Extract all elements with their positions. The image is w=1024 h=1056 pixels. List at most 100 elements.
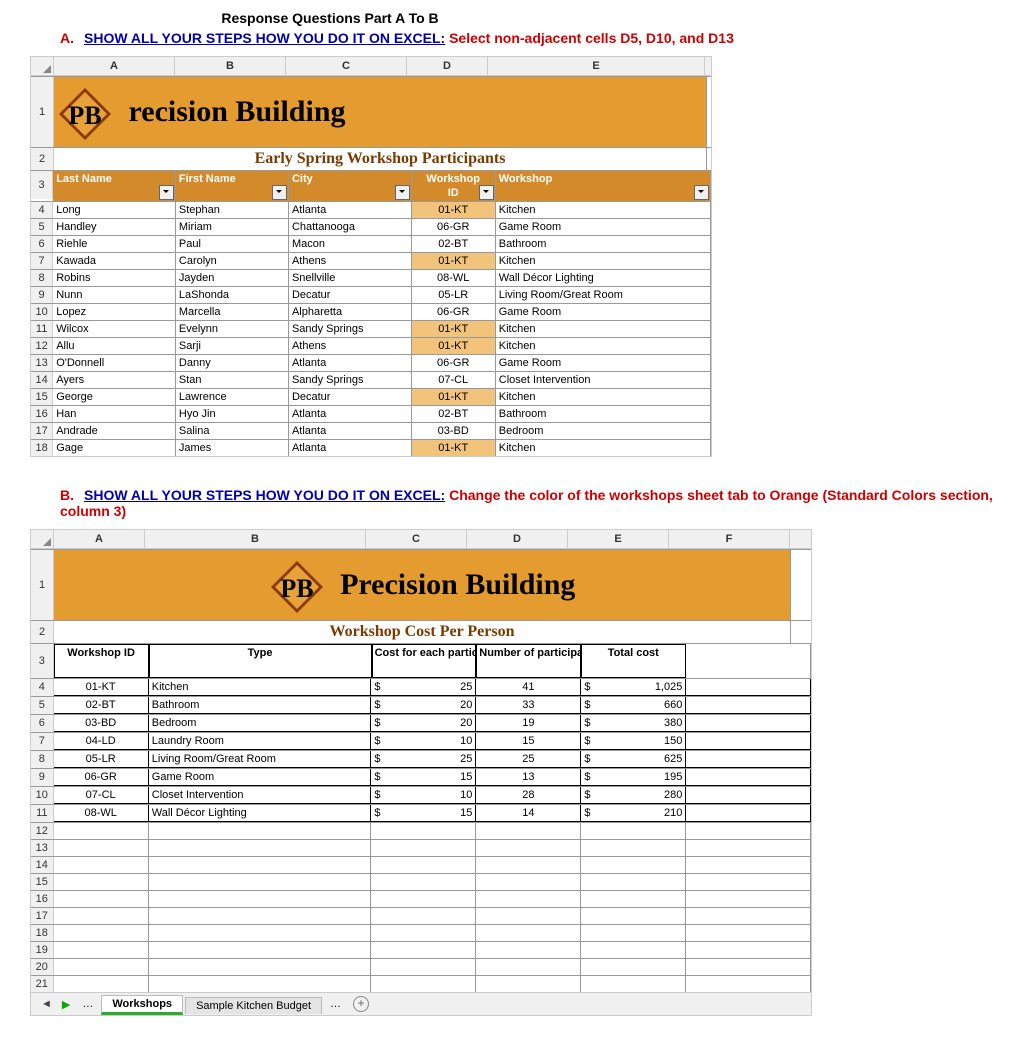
empty-cell[interactable]: [686, 925, 811, 941]
cell-city[interactable]: Macon: [289, 236, 412, 252]
select-all-corner[interactable]: [31, 57, 54, 75]
empty-cell[interactable]: [686, 976, 811, 992]
header-workshop[interactable]: Workshop: [496, 171, 711, 201]
cell-city[interactable]: Alpharetta: [289, 304, 412, 320]
cell-total[interactable]: $210: [581, 805, 686, 822]
cell-type[interactable]: Closet Intervention: [149, 787, 372, 804]
col-header-D[interactable]: D: [407, 57, 488, 75]
cell-total[interactable]: $195: [581, 769, 686, 786]
empty-cell[interactable]: [581, 857, 686, 873]
row-number[interactable]: 15: [31, 389, 53, 405]
empty-cell[interactable]: [686, 874, 811, 890]
cell-first-name[interactable]: Salina: [176, 423, 289, 439]
cell-workshop-id[interactable]: 01-KT: [412, 253, 496, 269]
tab-overflow[interactable]: …: [76, 998, 99, 1010]
sheet-tab-workshops[interactable]: Workshops: [101, 995, 183, 1015]
empty-cell[interactable]: [371, 891, 476, 907]
cell-first-name[interactable]: Stephan: [176, 202, 289, 218]
empty-cell[interactable]: [371, 857, 476, 873]
cell-workshop[interactable]: Closet Intervention: [496, 372, 711, 388]
cell-workshop-id[interactable]: 01-KT: [412, 389, 496, 405]
cell-workshop[interactable]: Bedroom: [496, 423, 711, 439]
cell-first-name[interactable]: LaShonda: [176, 287, 289, 303]
cell-num[interactable]: 14: [476, 805, 581, 822]
cell-workshop-id[interactable]: 08-WL: [54, 805, 149, 822]
cell-cost-per[interactable]: $20: [371, 697, 476, 714]
cell-workshop[interactable]: Kitchen: [496, 338, 711, 354]
cell-city[interactable]: Decatur: [289, 287, 412, 303]
empty-cell[interactable]: [686, 857, 811, 873]
header-workshop-id[interactable]: Workshop ID: [54, 644, 149, 678]
cell-num[interactable]: 19: [476, 715, 581, 732]
cell-num[interactable]: 13: [476, 769, 581, 786]
cell-city[interactable]: Atlanta: [289, 440, 412, 456]
cell-workshop-id[interactable]: 06-GR: [54, 769, 149, 786]
cell-total[interactable]: $625: [581, 751, 686, 768]
row-number[interactable]: 4: [31, 679, 54, 696]
row-number[interactable]: 10: [31, 304, 53, 320]
cell-cost-per[interactable]: $15: [371, 769, 476, 786]
cell-workshop-id[interactable]: 06-GR: [412, 304, 496, 320]
row-number[interactable]: 16: [31, 891, 54, 907]
empty-cell[interactable]: [149, 891, 372, 907]
cell-last-name[interactable]: Andrade: [53, 423, 176, 439]
cell-first-name[interactable]: Stan: [176, 372, 289, 388]
empty-cell[interactable]: [686, 697, 811, 714]
cell-workshop-id[interactable]: 01-KT: [412, 202, 496, 218]
cell-num[interactable]: 25: [476, 751, 581, 768]
cell-total[interactable]: $380: [581, 715, 686, 732]
cell-workshop[interactable]: Game Room: [496, 304, 711, 320]
col-header-A[interactable]: A: [54, 57, 175, 75]
row-number[interactable]: 2: [31, 621, 54, 643]
col-header-B[interactable]: B: [175, 57, 286, 75]
cell-workshop-id[interactable]: 01-KT: [412, 338, 496, 354]
empty-cell[interactable]: [476, 874, 581, 890]
empty-cell[interactable]: [54, 857, 149, 873]
col-header-F[interactable]: F: [669, 530, 790, 548]
cell-total[interactable]: $150: [581, 733, 686, 750]
empty-cell[interactable]: [476, 908, 581, 924]
filter-button-icon[interactable]: [694, 185, 709, 200]
empty-cell[interactable]: [371, 874, 476, 890]
filter-button-icon[interactable]: [159, 185, 174, 200]
cell-city[interactable]: Sandy Springs: [289, 321, 412, 337]
col-header-C[interactable]: C: [366, 530, 467, 548]
col-header-D[interactable]: D: [467, 530, 568, 548]
header-workshop-id[interactable]: WorkshopID: [412, 171, 496, 201]
empty-cell[interactable]: [54, 823, 149, 839]
cell-workshop[interactable]: Bathroom: [496, 406, 711, 422]
row-number[interactable]: 1: [31, 550, 54, 620]
row-number[interactable]: 14: [31, 372, 53, 388]
cell-city[interactable]: Chattanooga: [289, 219, 412, 235]
empty-cell[interactable]: [476, 959, 581, 975]
empty-cell[interactable]: [54, 891, 149, 907]
empty-cell[interactable]: [149, 976, 372, 992]
empty-cell[interactable]: [54, 942, 149, 958]
cell-cost-per[interactable]: $10: [371, 787, 476, 804]
cell-city[interactable]: Atlanta: [289, 202, 412, 218]
cell-last-name[interactable]: George: [53, 389, 176, 405]
cell-first-name[interactable]: Evelynn: [176, 321, 289, 337]
filter-button-icon[interactable]: [395, 185, 410, 200]
cell-workshop[interactable]: Kitchen: [496, 321, 711, 337]
row-number[interactable]: 5: [31, 697, 54, 714]
cell-workshop-id[interactable]: 02-BT: [412, 236, 496, 252]
row-number[interactable]: 10: [31, 787, 54, 804]
row-number[interactable]: 9: [31, 287, 53, 303]
tab-nav-first-icon[interactable]: ◄: [37, 998, 56, 1010]
cell-total[interactable]: $280: [581, 787, 686, 804]
col-header-B[interactable]: B: [145, 530, 366, 548]
cell-cost-per[interactable]: $25: [371, 751, 476, 768]
cell-last-name[interactable]: Handley: [53, 219, 176, 235]
row-number[interactable]: 3: [31, 171, 53, 199]
cell-workshop-id[interactable]: 06-GR: [412, 355, 496, 371]
col-header-E[interactable]: E: [488, 57, 705, 75]
row-number[interactable]: 17: [31, 908, 54, 924]
row-number[interactable]: 11: [31, 321, 53, 337]
empty-cell[interactable]: [686, 942, 811, 958]
cell-last-name[interactable]: Allu: [53, 338, 176, 354]
cell-last-name[interactable]: Nunn: [53, 287, 176, 303]
row-number[interactable]: 16: [31, 406, 53, 422]
empty-cell[interactable]: [54, 925, 149, 941]
empty-cell[interactable]: [581, 908, 686, 924]
